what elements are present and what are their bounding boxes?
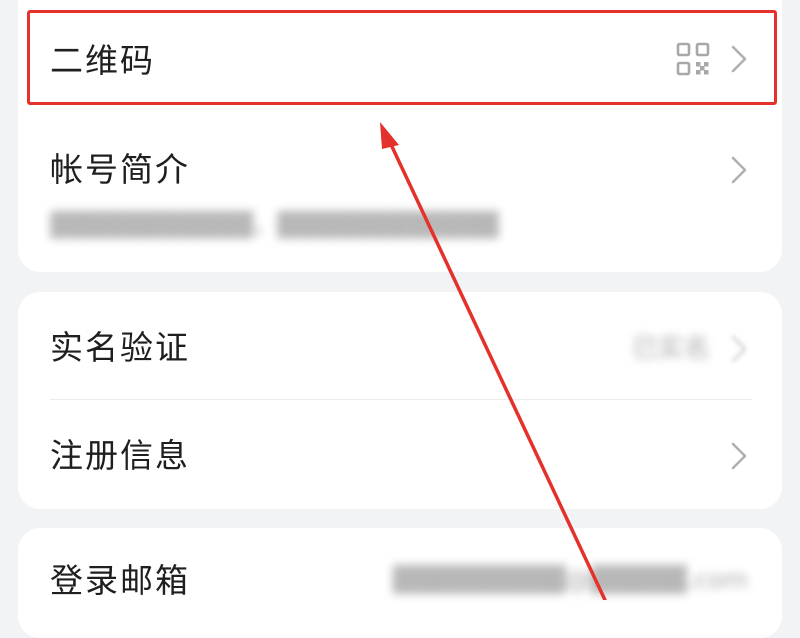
annotation-arrow [380,122,607,600]
